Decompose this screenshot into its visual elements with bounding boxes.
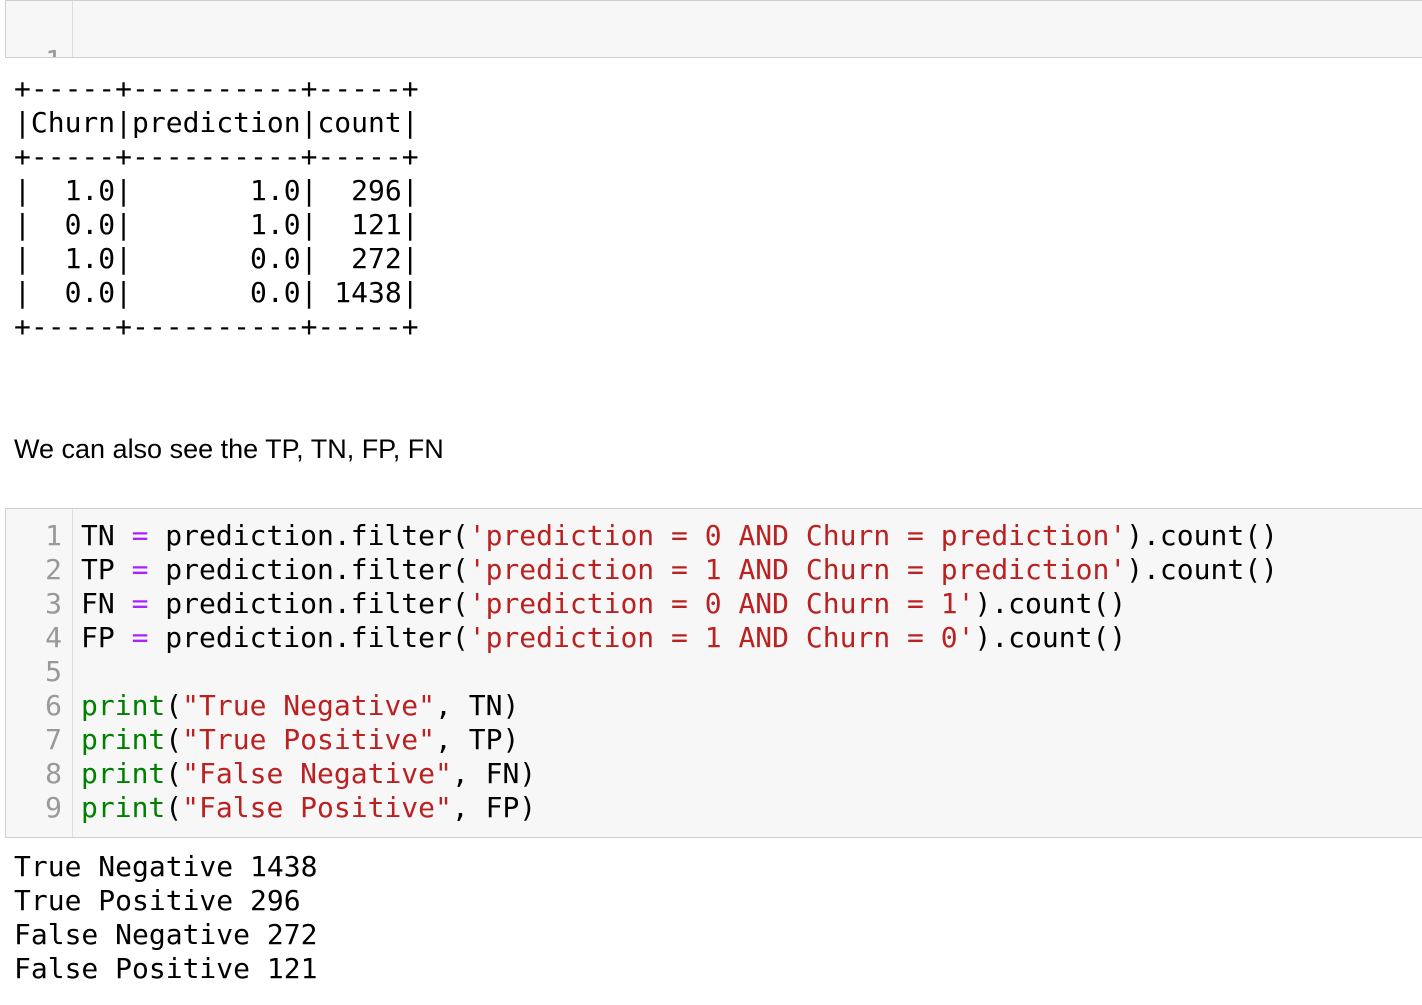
string-token: "True Positive" — [182, 723, 436, 756]
output-line: False Negative 272 — [14, 918, 318, 951]
code-token: ( — [165, 791, 183, 824]
line-number: 4 — [45, 621, 62, 654]
code-token: ).count() — [1126, 553, 1278, 586]
code-token: , TP) — [435, 723, 520, 756]
code-token: ).count() — [974, 587, 1127, 620]
code-text: TP = prediction.filter('prediction = 1 A… — [81, 553, 1278, 587]
output-table-line: | 1.0| 0.0| 272| — [14, 242, 419, 275]
string-token: "True Negative" — [182, 689, 436, 722]
code-text: print("False Positive", FP) — [81, 791, 536, 825]
code-token: ( — [165, 723, 183, 756]
output-table-line: |Churn|prediction|count| — [14, 106, 419, 139]
keyword-token: print — [81, 723, 166, 756]
line-number: 1 — [6, 44, 62, 57]
operator-token: = — [131, 519, 149, 552]
line-number: 9 — [45, 791, 62, 824]
code-cell-groupby[interactable]: 1 prediction.groupBy('Churn', 'predictio… — [5, 0, 1422, 58]
code-text: print("True Negative", TN) — [81, 689, 519, 723]
keyword-token: print — [81, 791, 166, 824]
line-number: 3 — [45, 587, 62, 620]
code-token: ( — [165, 757, 183, 790]
code-text: print("True Positive", TP) — [81, 723, 519, 757]
code-token: prediction.filter( — [148, 621, 469, 654]
code-text: FP = prediction.filter('prediction = 1 A… — [81, 621, 1126, 655]
code-token: FP — [81, 621, 132, 654]
code-token: ).count() — [974, 621, 1127, 654]
string-token: "False Positive" — [182, 791, 452, 824]
line-number: 2 — [45, 553, 62, 586]
line-number: 6 — [45, 689, 62, 722]
code-text: FN = prediction.filter('prediction = 0 A… — [81, 587, 1126, 621]
line-number: 5 — [45, 655, 62, 688]
string-token: 'prediction = 1 AND Churn = prediction' — [468, 553, 1127, 586]
code-line: 1 prediction.groupBy('Churn', 'predictio… — [6, 10, 73, 57]
code-token: prediction.filter( — [148, 553, 469, 586]
code-token: , FP) — [451, 791, 537, 824]
output-line: False Positive 121 — [14, 952, 318, 985]
code-token: FN — [81, 587, 132, 620]
string-token: 'prediction = 1 AND Churn = 0' — [468, 621, 975, 654]
code-token: TN — [81, 519, 132, 552]
code-token: TP — [81, 553, 132, 586]
line-number: 1 — [45, 519, 62, 552]
output-line: True Negative 1438 — [14, 850, 318, 883]
code-token: ).count() — [1126, 519, 1278, 552]
code-token: prediction.filter( — [148, 519, 469, 552]
code-token: , TN) — [435, 689, 520, 722]
code-token: ( — [165, 689, 183, 722]
operator-token: = — [131, 553, 149, 586]
code-cell-confusion[interactable]: 1 TN = prediction.filter('prediction = 0 … — [5, 508, 1422, 838]
keyword-token: print — [81, 689, 166, 722]
operator-token: = — [131, 587, 149, 620]
output-table-line: +-----+----------+-----+ — [14, 72, 419, 105]
line-number: 7 — [45, 723, 62, 756]
output-table-line: | 1.0| 1.0| 296| — [14, 174, 419, 207]
output-table-line: | 0.0| 1.0| 121| — [14, 208, 419, 241]
markdown-text: We can also see the TP, TN, FP, FN — [14, 434, 444, 464]
output-line: True Positive 296 — [14, 884, 301, 917]
code-text: TN = prediction.filter('prediction = 0 A… — [81, 519, 1278, 553]
output-table-line: +-----+----------+-----+ — [14, 310, 419, 343]
string-token: 'prediction = 0 AND Churn = 1' — [468, 587, 975, 620]
keyword-token: print — [81, 757, 166, 790]
code-text: print("False Negative", FN) — [81, 757, 536, 791]
output-table-line: | 0.0| 0.0| 1438| — [14, 276, 419, 309]
output-table-line: +-----+----------+-----+ — [14, 140, 419, 173]
code-token: , FN) — [451, 757, 537, 790]
string-token: 'prediction = 0 AND Churn = prediction' — [468, 519, 1127, 552]
string-token: "False Negative" — [182, 757, 452, 790]
line-number: 8 — [45, 757, 62, 790]
operator-token: = — [131, 621, 149, 654]
code-token: prediction.filter( — [148, 587, 469, 620]
